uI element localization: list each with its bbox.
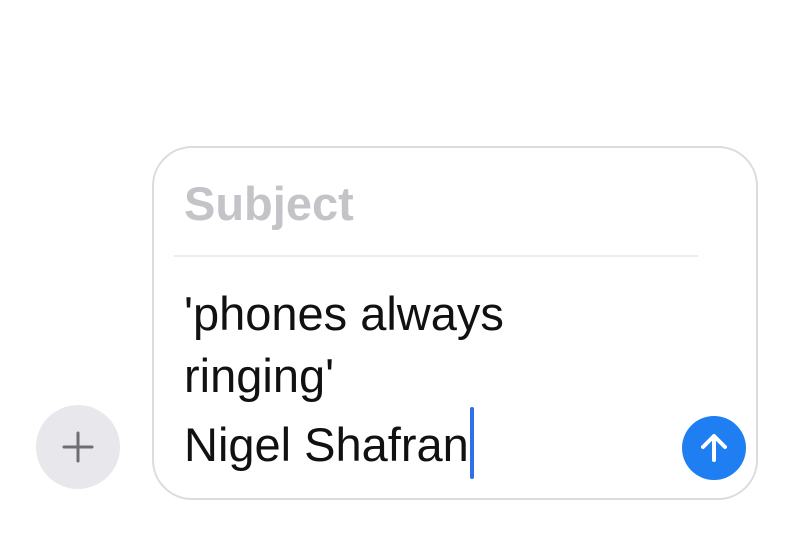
message-input[interactable]: 'phones always ringing' Nigel Shafran <box>184 283 684 479</box>
subject-input[interactable]: Subject <box>184 172 704 236</box>
plus-icon <box>62 431 94 463</box>
text-cursor <box>469 407 474 479</box>
message-line-with-caret: Nigel Shafran <box>184 407 684 479</box>
message-line: ringing' <box>184 349 335 402</box>
arrow-up-icon <box>701 434 727 462</box>
subject-placeholder: Subject <box>184 177 354 230</box>
add-attachment-button[interactable] <box>36 405 120 489</box>
send-button[interactable] <box>682 416 746 480</box>
subject-divider <box>174 255 698 257</box>
message-line: 'phones always <box>184 287 504 340</box>
compose-box[interactable]: Subject 'phones always ringing' Nigel Sh… <box>152 146 758 500</box>
message-compose-screen: Subject 'phones always ringing' Nigel Sh… <box>0 0 800 533</box>
message-line: Nigel Shafran <box>184 418 469 471</box>
